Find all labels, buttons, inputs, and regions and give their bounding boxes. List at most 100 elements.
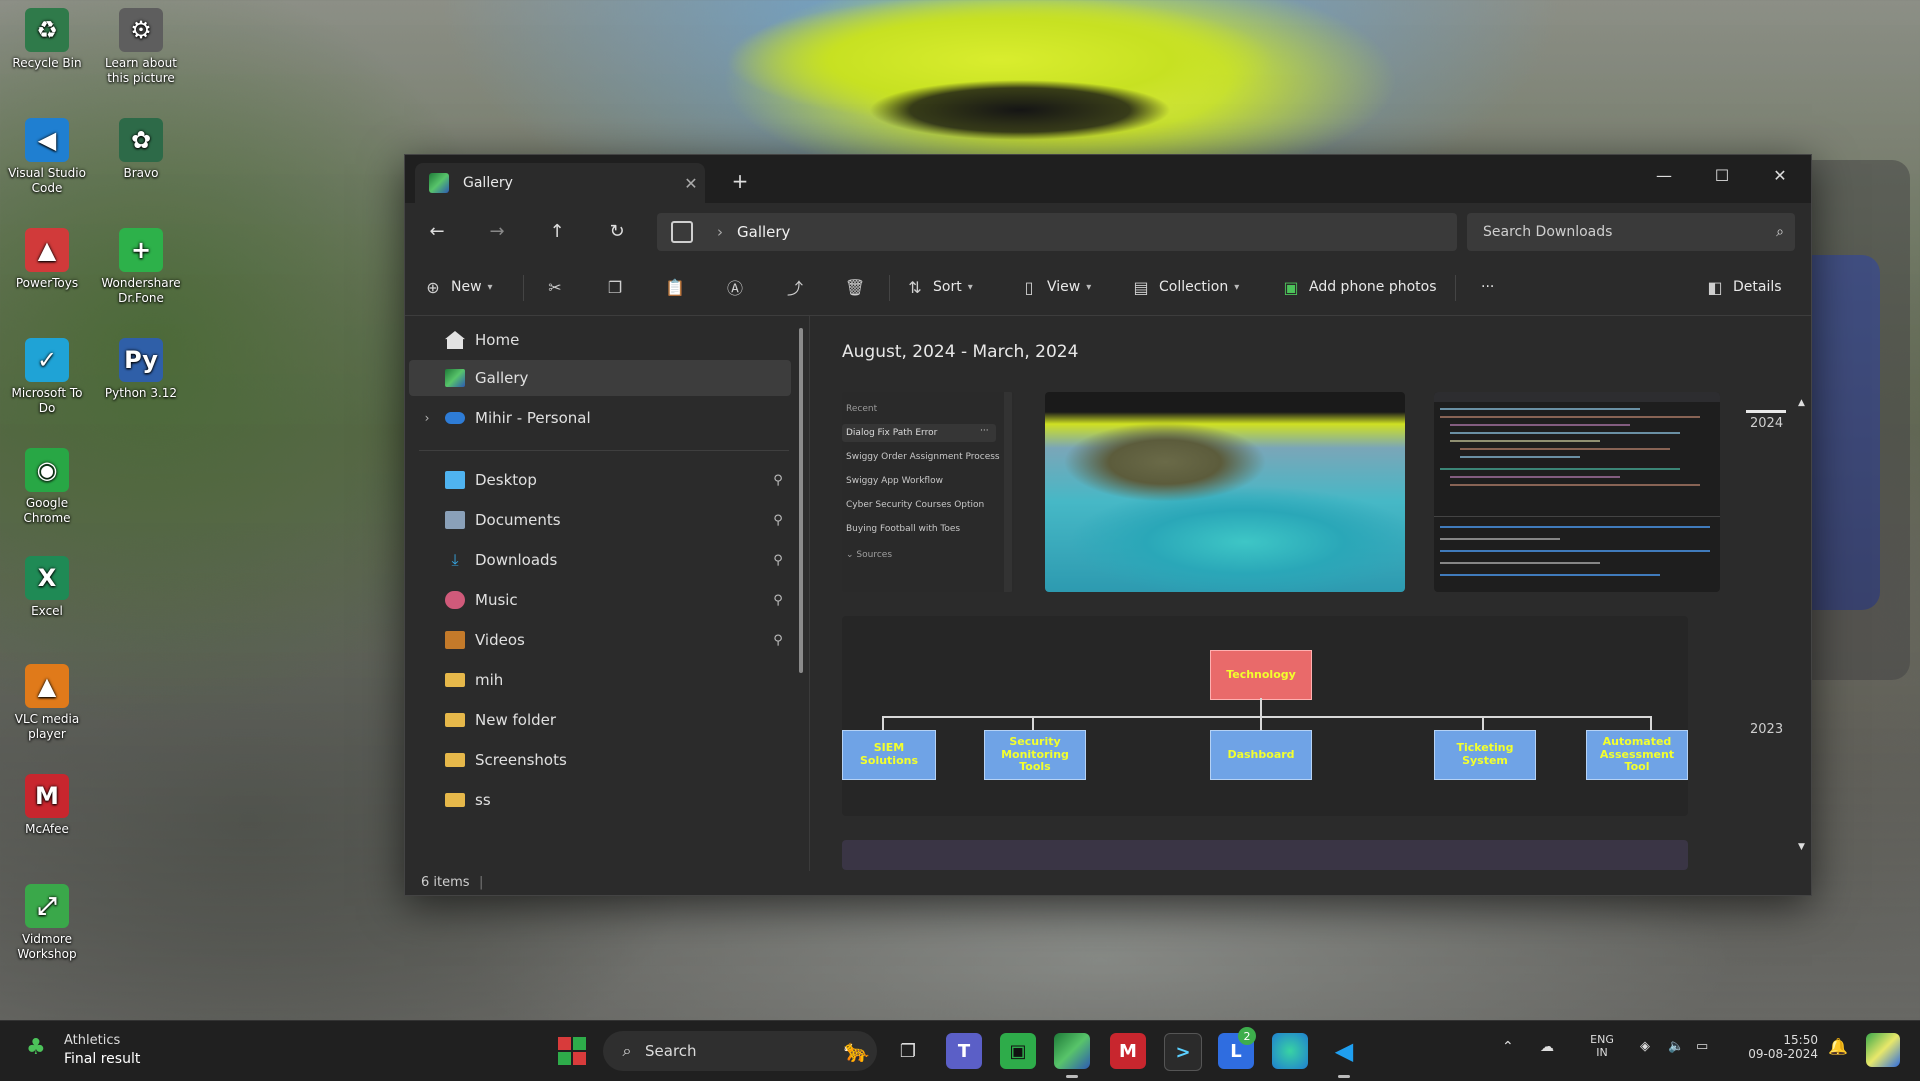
sidebar-label: Desktop — [475, 471, 537, 489]
sidebar-item-folder[interactable]: Screenshots — [409, 742, 791, 778]
wifi-icon[interactable]: ◈ — [1640, 1039, 1650, 1054]
sidebar-item-gallery[interactable]: Gallery — [409, 360, 791, 396]
chevron-right-icon[interactable]: › — [409, 411, 445, 425]
desktop-icon[interactable]: ✿ Bravo — [96, 118, 186, 181]
search-box[interactable]: Search Downloads ⌕ — [1467, 213, 1795, 251]
desktop-icon[interactable]: ◀ Visual Studio Code — [2, 118, 92, 196]
taskbar-search[interactable]: ⌕ Search 🐆 — [603, 1031, 877, 1071]
pin-icon[interactable]: ⚲ — [765, 473, 791, 488]
chat-item: Buying Football with Toes — [846, 524, 961, 534]
sidebar-item-folder[interactable]: ss — [409, 782, 791, 818]
delete-button[interactable]: 🗑 — [845, 273, 865, 301]
add-phone-label: Add phone photos — [1309, 279, 1437, 295]
language-code: ENG — [1590, 1033, 1614, 1046]
chevron-up-icon[interactable]: ⌃ — [1502, 1039, 1514, 1055]
cut-button[interactable]: ✂ — [545, 273, 565, 301]
photo-thumbnail-org-chart[interactable]: Technology SIEM Solutions Security Monit… — [842, 616, 1688, 816]
photo-thumbnail-landscape[interactable] — [1045, 392, 1405, 592]
taskbar-search-placeholder: Search — [645, 1042, 697, 1060]
sidebar-item-folder[interactable]: mih — [409, 662, 791, 698]
paste-button[interactable]: 📋 — [665, 273, 685, 301]
back-button[interactable]: ← — [419, 215, 455, 247]
clock[interactable]: 15:50 09-08-2024 — [1738, 1033, 1818, 1061]
details-button[interactable]: ◧ Details — [1705, 273, 1781, 301]
battery-icon[interactable]: ▭ — [1696, 1039, 1708, 1054]
sidebar-item-music[interactable]: Music ⚲ — [409, 582, 791, 618]
task-view-icon[interactable]: ❐ — [890, 1033, 926, 1069]
tab-gallery[interactable]: Gallery ✕ — [415, 163, 705, 203]
sidebar-item-folder[interactable]: New folder — [409, 702, 791, 738]
close-button[interactable]: ✕ — [1751, 155, 1809, 195]
start-button[interactable] — [554, 1033, 590, 1069]
new-button[interactable]: ⊕ New ▾ — [423, 273, 492, 301]
sidebar-item-desktop[interactable]: Desktop ⚲ — [409, 462, 791, 498]
timeline-year-label[interactable]: 2024 — [1750, 416, 1783, 431]
pin-icon[interactable]: ⚲ — [765, 633, 791, 648]
photo-thumbnail-partial[interactable] — [842, 840, 1688, 870]
timeline-year-label[interactable]: 2023 — [1750, 722, 1783, 737]
pin-icon[interactable]: ⚲ — [765, 513, 791, 528]
rename-button[interactable]: Ⓐ — [725, 273, 745, 301]
desktop-icon-label: PowerToys — [15, 276, 79, 290]
copy-button[interactable]: ❐ — [605, 273, 625, 301]
maximize-button[interactable]: ☐ — [1693, 155, 1751, 195]
desktop-icon[interactable]: + Wondershare Dr.Fone — [96, 228, 186, 306]
desktop-icon[interactable]: ▲ VLC media player — [2, 664, 92, 742]
notification-bell-icon[interactable]: 🔔 — [1828, 1037, 1848, 1056]
sidebar-item-videos[interactable]: Videos ⚲ — [409, 622, 791, 658]
breadcrumb-gallery[interactable]: Gallery — [737, 223, 790, 241]
sidebar-item-documents[interactable]: Documents ⚲ — [409, 502, 791, 538]
address-bar[interactable]: › Gallery — [657, 213, 1457, 251]
share-icon: ⤴ — [786, 279, 803, 298]
photo-thumbnail-chat[interactable]: Recent Dialog Fix Path Error ··· Swiggy … — [842, 392, 1014, 592]
pin-icon[interactable]: ⚲ — [765, 553, 791, 568]
desktop-icon[interactable]: ⚙ Learn about this picture — [96, 8, 186, 86]
new-tab-button[interactable]: + — [725, 169, 755, 193]
mcafee-icon[interactable]: M — [1110, 1033, 1146, 1069]
sidebar-item-downloads[interactable]: ⤓ Downloads ⚲ — [409, 542, 791, 578]
sidebar-item-onedrive[interactable]: › Mihir - Personal — [409, 400, 791, 436]
desktop-icon[interactable]: Py Python 3.12 — [96, 338, 186, 401]
terminal-icon[interactable]: > — [1164, 1033, 1202, 1071]
timeline-scrollbar[interactable]: ▲ ▼ — [1796, 316, 1810, 871]
more-options-button[interactable]: ··· — [1473, 273, 1494, 301]
scroll-down-icon[interactable]: ▼ — [1798, 842, 1805, 852]
widget-weather-icon[interactable] — [1866, 1033, 1900, 1067]
desktop-icon[interactable]: ▲ PowerToys — [2, 228, 92, 291]
edge-icon[interactable] — [1272, 1033, 1308, 1069]
refresh-button[interactable]: ↻ — [599, 215, 635, 247]
widget-title: Athletics — [64, 1033, 121, 1048]
pin-icon[interactable]: ⚲ — [765, 593, 791, 608]
photo-thumbnail-code[interactable] — [1434, 392, 1720, 592]
teams-icon[interactable]: T — [946, 1033, 982, 1069]
desktop-icon[interactable]: M McAfee — [2, 774, 92, 837]
desktop-icon[interactable]: ♻ Recycle Bin — [2, 8, 92, 71]
tab-close-icon[interactable]: ✕ — [677, 174, 705, 193]
sidebar-item-home[interactable]: Home — [409, 322, 791, 358]
forward-button[interactable]: → — [479, 215, 515, 247]
share-button[interactable]: ⤴ — [785, 273, 805, 301]
file-explorer-taskbar-icon[interactable] — [1054, 1033, 1090, 1069]
scroll-up-icon[interactable]: ▲ — [1798, 398, 1805, 408]
sort-button[interactable]: ⇅ Sort ▾ — [905, 273, 972, 301]
cloud-tray-icon[interactable]: ☁ — [1540, 1039, 1554, 1055]
minimize-button[interactable]: — — [1635, 155, 1693, 195]
vscode-icon[interactable]: ◀ — [1326, 1033, 1362, 1069]
desktop-icon[interactable]: ✓ Microsoft To Do — [2, 338, 92, 416]
org-chart-child: SIEM Solutions — [842, 730, 936, 780]
wallpaper-dark-patch — [820, 70, 1240, 150]
add-phone-photos-button[interactable]: ▣ Add phone photos — [1281, 273, 1437, 301]
language-indicator[interactable]: ENG IN — [1584, 1033, 1620, 1059]
collection-button[interactable]: ▤ Collection ▾ — [1131, 273, 1239, 301]
code-line — [1450, 476, 1620, 478]
view-button[interactable]: ▯ View ▾ — [1019, 273, 1092, 301]
desktop-icon[interactable]: ⤢ Vidmore Workshop — [2, 884, 92, 962]
weather-widget[interactable]: ♣ Athletics Final result — [24, 1031, 224, 1071]
green-app-icon[interactable]: ▣ — [1000, 1033, 1036, 1069]
sidebar-scrollbar[interactable] — [799, 328, 803, 673]
desktop-icon[interactable]: X Excel — [2, 556, 92, 619]
up-button[interactable]: ↑ — [539, 215, 575, 247]
terminal-line — [1440, 562, 1600, 564]
desktop-icon[interactable]: ◉ Google Chrome — [2, 448, 92, 526]
volume-icon[interactable]: 🔈 — [1668, 1039, 1684, 1054]
